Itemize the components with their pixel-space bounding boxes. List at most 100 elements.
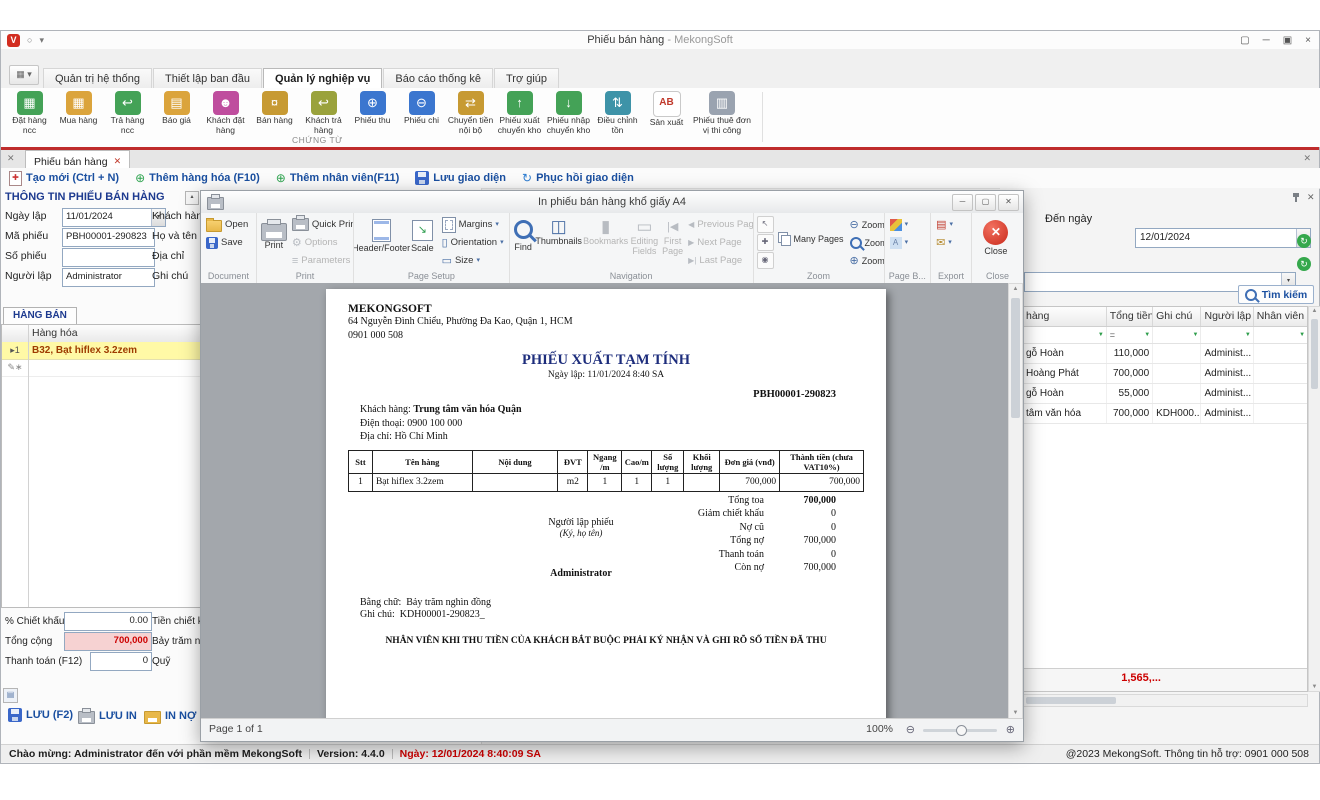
dialog-minimize-button[interactable]: ─ (952, 194, 973, 211)
many-pages-button[interactable]: Many Pages (776, 230, 846, 247)
column-header-khach-hang[interactable]: hàng (1023, 307, 1107, 326)
menu-tab-tro-giup[interactable]: Trợ giúp (494, 68, 559, 88)
new-button[interactable]: ✚Tạo mới (Ctrl + N) (9, 171, 119, 186)
zoom-in-button[interactable]: ⊕Zoom In (848, 252, 885, 269)
print-button[interactable]: Print (260, 216, 288, 252)
ribbon-item-khach-dat-hang[interactable]: ☻Khách đặt hàng (201, 88, 250, 147)
restore-button[interactable]: ▣ (1283, 35, 1292, 46)
pointer-tool-icon[interactable]: ↖ (757, 216, 774, 233)
first-page-button[interactable]: |◀First Page (661, 216, 684, 258)
filter-cell-creator[interactable]: ▼ (1201, 327, 1253, 343)
zoom-slider-thumb[interactable] (956, 725, 967, 736)
tabbar-close-left-button[interactable]: ✕ (7, 153, 15, 164)
payment-input[interactable]: 0 (90, 652, 152, 671)
ribbon-item-san-xuat[interactable]: ABSản xuất (642, 88, 691, 147)
quick-print-button[interactable]: Quick Print (290, 216, 354, 233)
options-button[interactable]: ⚙Options (290, 234, 354, 251)
ribbon-item-dieu-chinh-ton[interactable]: ⇅Điều chỉnh tồn (593, 88, 642, 147)
filter-cell-name[interactable]: ▼ (1023, 327, 1107, 343)
scrollbar-thumb[interactable] (1026, 697, 1116, 704)
ribbon-item-phieu-nhap-chuyen-kho[interactable]: ↓Phiếu nhập chuyển kho (544, 88, 593, 147)
pin-icon[interactable] (1292, 192, 1300, 203)
filter-cell-employee[interactable]: ▼ (1254, 327, 1307, 343)
dialog-close-button[interactable]: ✕ (998, 194, 1019, 211)
close-preview-button[interactable]: ✕Close (975, 216, 1017, 258)
voucher-code-input[interactable]: PBH00001-290823 (62, 228, 155, 247)
ribbon-item-tra-hang-ncc[interactable]: ↩Trả hàng ncc (103, 88, 152, 147)
ribbon-item-mua-hang[interactable]: ▦Mua hàng (54, 88, 103, 147)
column-header-nguoi-lap[interactable]: Người lập (1201, 307, 1253, 326)
minimize-button[interactable]: ─ (1263, 35, 1270, 46)
export-document-button[interactable]: ▤▾ (934, 216, 955, 233)
ribbon-item-chuyen-tien-noi-bo[interactable]: ⇄Chuyển tiền nội bộ (446, 88, 495, 147)
funnel-icon[interactable]: ▼ (1245, 327, 1251, 343)
marquee-zoom-icon[interactable]: ◉ (757, 252, 774, 269)
pan-tool-icon[interactable]: ✚ (757, 234, 774, 251)
print-debt-button[interactable]: IN NỢ (144, 708, 196, 724)
zoom-out-icon[interactable]: ⊖ (906, 723, 915, 737)
scroll-up-icon[interactable]: ▲ (1309, 308, 1320, 314)
table-row[interactable]: gỗ Hoàn 55,000 Administ... (1023, 384, 1307, 404)
menu-tab-quan-ly-nghiep-vu[interactable]: Quản lý nghiệp vụ (263, 68, 382, 88)
next-page-button[interactable]: ▶Next Page (686, 234, 753, 251)
ribbon-item-bao-gia[interactable]: ▤Báo giá (152, 88, 201, 147)
funnel-icon[interactable]: ▼ (1098, 327, 1104, 343)
menu-grid-button[interactable]: ▦ ▾ (9, 65, 39, 85)
right-vertical-scrollbar[interactable]: ▲ ▼ (1308, 306, 1320, 692)
refresh-customers-icon[interactable]: ↻ (1297, 234, 1311, 248)
preview-vertical-scrollbar[interactable]: ▲ ▼ (1008, 283, 1023, 719)
column-header-ghi-chu[interactable]: Ghi chú (1153, 307, 1201, 326)
creator-input[interactable]: Administrator (62, 268, 155, 287)
margins-button[interactable]: Margins▾ (440, 216, 506, 233)
column-header-nhan-vien[interactable]: Nhân viên (1254, 307, 1307, 326)
menu-tab-thiet-lap-ban-dau[interactable]: Thiết lập ban đầu (153, 68, 262, 88)
scroll-down-icon[interactable]: ▼ (1009, 710, 1022, 716)
page-color-button[interactable]: ▾ (888, 216, 911, 233)
dialog-maximize-button[interactable]: ▢ (975, 194, 996, 211)
column-header-tong-tien[interactable]: Tổng tiền (1107, 307, 1153, 326)
zoom-button[interactable]: Zoom▾ (848, 234, 885, 251)
scroll-up-icon[interactable]: ▲ (1009, 286, 1022, 292)
zoom-out-button[interactable]: ⊖Zoom Out (848, 216, 885, 233)
scrollbar-thumb[interactable] (1311, 319, 1318, 389)
grid-column-hang-hoa[interactable]: Hàng hóa (32, 325, 78, 342)
doc-tab-close-icon[interactable]: ✕ (114, 156, 122, 167)
parameters-button[interactable]: ≡Parameters (290, 252, 354, 269)
ribbon-item-phieu-thue-don-vi-thi-cong[interactable]: ▥Phiếu thuê đơn vị thi công (691, 88, 753, 147)
table-row[interactable]: tâm văn hóa 700,000 KDH000... Administ..… (1023, 404, 1307, 424)
funnel-icon[interactable]: ▼ (1193, 327, 1199, 343)
voucher-number-input[interactable] (62, 248, 155, 267)
save-layout-button[interactable]: Lưu giao diện (415, 171, 506, 185)
grand-total-input[interactable]: 700,000 (64, 632, 152, 651)
watermark-button[interactable]: ▾ (888, 234, 911, 251)
date-created-input[interactable]: 11/01/2024▾ (62, 208, 166, 227)
discount-input[interactable]: 0.00 (64, 612, 152, 631)
ribbon-item-phieu-chi[interactable]: ⊖Phiếu chi (397, 88, 446, 147)
save-print-button[interactable]: LƯU IN (78, 708, 137, 724)
scroll-down-icon[interactable]: ▼ (1309, 684, 1320, 690)
open-button[interactable]: Open (204, 216, 250, 233)
menu-tab-quan-tri-he-thong[interactable]: Quản trị hệ thống (43, 68, 152, 88)
refresh-employees-icon[interactable]: ↻ (1297, 257, 1311, 271)
table-row[interactable]: Hoàng Phát 700,000 Administ... (1023, 364, 1307, 384)
funnel-icon[interactable]: ▼ (1299, 327, 1305, 343)
last-page-button[interactable]: ▶|Last Page (686, 252, 753, 269)
filter-cell-note[interactable]: ▼ (1153, 327, 1201, 343)
send-email-button[interactable]: ✉▾ (934, 234, 955, 251)
save-button[interactable]: Save (204, 234, 250, 251)
previous-page-button[interactable]: ◀Previous Page (686, 216, 753, 233)
editing-fields-button[interactable]: ▭Editing Fields (630, 216, 660, 258)
ribbon-item-dat-hang-ncc[interactable]: ▦Đặt hàng ncc (5, 88, 54, 147)
zoom-in-icon[interactable]: ⊕ (1006, 723, 1015, 737)
restore-layout-button[interactable]: ↻Phục hồi giao diện (522, 171, 634, 185)
fullscreen-button[interactable]: ▢ (1240, 35, 1249, 46)
size-button[interactable]: ▭Size▾ (440, 252, 506, 269)
grid-cell-item-name[interactable]: B32, Bạt hiflex 3.2zem (32, 342, 137, 359)
close-button[interactable]: × (1305, 35, 1311, 46)
bookmarks-button[interactable]: ▮Bookmarks (584, 216, 628, 248)
search-button[interactable]: Tìm kiếm (1238, 285, 1314, 304)
table-row[interactable]: gỗ Hoàn 110,000 Administ... (1023, 344, 1307, 364)
scrollbar-thumb[interactable] (1011, 298, 1020, 418)
find-button[interactable]: Find (513, 216, 534, 254)
tabbar-close-right-button[interactable]: ✕ (1303, 153, 1311, 164)
